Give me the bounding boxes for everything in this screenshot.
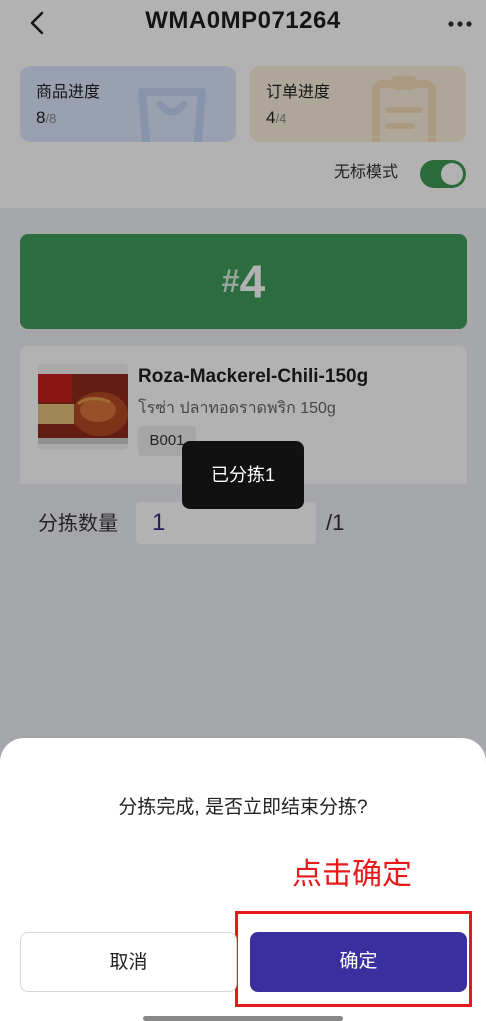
annotation-text: 点击确定 bbox=[292, 858, 412, 891]
toast-message: 已分拣1 bbox=[182, 441, 304, 509]
cancel-button[interactable]: 取消 bbox=[20, 932, 237, 992]
home-indicator bbox=[143, 1016, 343, 1021]
dialog-question: 分拣完成, 是否立即结束分拣? bbox=[118, 797, 368, 818]
confirm-button[interactable]: 确定 bbox=[250, 932, 467, 992]
